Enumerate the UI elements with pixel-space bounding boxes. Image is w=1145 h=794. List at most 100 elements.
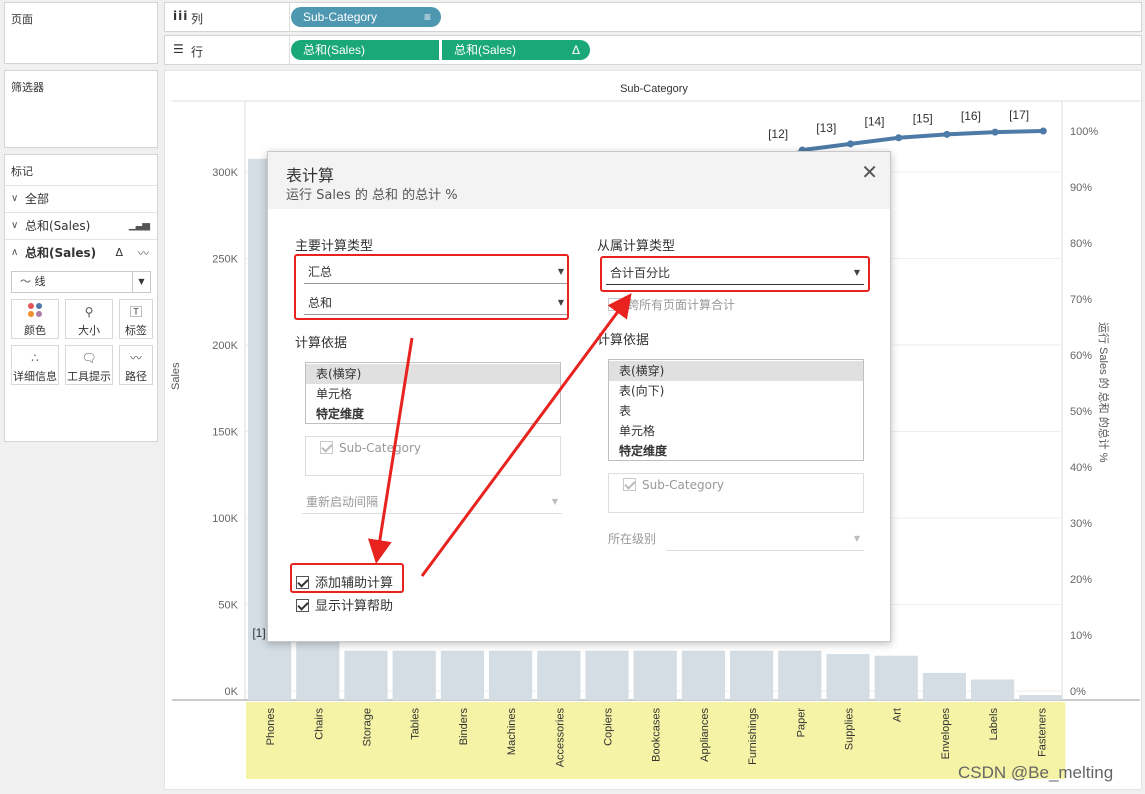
y2-tick-label: 10%	[1070, 630, 1092, 642]
line-label: [15]	[913, 111, 933, 125]
line-point	[895, 134, 903, 142]
compute-using-label: 计算依据	[295, 336, 348, 351]
x-tick-label: Appliances	[699, 708, 711, 762]
bar	[778, 650, 822, 700]
y2-tick-label: 0%	[1070, 686, 1086, 698]
bar	[1019, 695, 1063, 700]
line-point	[991, 128, 999, 136]
line-point	[1039, 127, 1047, 135]
x-tick-label: Envelopes	[940, 708, 952, 760]
list-item[interactable]: 表(横穿)	[306, 364, 560, 384]
y2-tick-label: 50%	[1070, 406, 1092, 418]
dialog-title: 表计算	[286, 166, 335, 185]
dimension-checkbox	[623, 478, 636, 491]
bar	[633, 650, 677, 700]
line-point	[847, 140, 854, 148]
line-point	[943, 130, 951, 138]
list-item[interactable]: 特定维度	[609, 441, 863, 461]
bar	[826, 654, 870, 700]
y2-tick-label: 70%	[1070, 294, 1092, 306]
dimension-label: Sub-Category	[642, 478, 724, 492]
x-tick-label: Furnishings	[747, 708, 759, 765]
y-tick-label: 200K	[212, 340, 238, 352]
y-axis-title: Sales	[170, 362, 182, 390]
x-tick-label: Art	[892, 708, 904, 722]
x-tick-label: Phones	[265, 708, 277, 746]
y2-tick-label: 40%	[1070, 462, 1092, 474]
bar	[440, 650, 484, 700]
x-tick-label: Binders	[458, 708, 470, 746]
y-tick-label: 100K	[212, 513, 238, 525]
y2-tick-label: 80%	[1070, 238, 1092, 250]
right-compute-using-list[interactable]: 表(横穿) 表(向下) 表 单元格 特定维度	[608, 359, 864, 461]
y2-tick-label: 60%	[1070, 350, 1092, 362]
dimension-label: Sub-Category	[339, 441, 421, 455]
x-tick-label: Fasteners	[1036, 708, 1048, 757]
bar	[392, 650, 436, 700]
annotation-secondary-type	[600, 256, 870, 292]
line-label: [17]	[1009, 108, 1029, 122]
bar	[730, 650, 774, 700]
restart-every-dropdown: 重新启动间隔 ▼	[302, 490, 562, 514]
y-tick-label: 50K	[218, 600, 238, 612]
x-tick-label: Storage	[362, 708, 374, 747]
x-tick-label: Labels	[988, 708, 1000, 741]
secondary-type-label: 从属计算类型	[597, 239, 676, 254]
primary-type-label: 主要计算类型	[295, 239, 374, 254]
line-label: [1]	[252, 626, 265, 640]
all-pages-checkbox: 跨所有页面计算合计	[608, 296, 735, 313]
y-tick-label: 150K	[212, 427, 238, 439]
y2-tick-label: 30%	[1070, 518, 1092, 530]
y-tick-label: 300K	[212, 167, 238, 179]
bar	[585, 650, 629, 700]
list-item[interactable]: 表	[609, 401, 863, 421]
x-tick-label: Paper	[795, 708, 807, 738]
line-label: [13]	[816, 121, 836, 135]
y-tick-label: 250K	[212, 254, 238, 266]
checkbox[interactable]	[296, 599, 309, 612]
x-tick-label: Bookcases	[651, 708, 663, 762]
level-label: 所在级别	[608, 532, 657, 546]
annotation-add-secondary	[290, 563, 404, 593]
bar	[874, 655, 918, 700]
show-help-label: 显示计算帮助	[315, 599, 394, 614]
close-icon[interactable]: ✕	[861, 160, 878, 184]
right-dimension-list: Sub-Category	[608, 473, 864, 513]
x-tick-label: Supplies	[844, 708, 856, 751]
dialog-subtitle: 运行 Sales 的 总和 的总计 %	[286, 188, 458, 203]
level-dropdown: ▼	[666, 527, 864, 551]
list-item[interactable]: 特定维度	[306, 404, 560, 424]
line-label: [14]	[864, 115, 884, 129]
bar	[922, 672, 966, 700]
compute-using-list[interactable]: 表(横穿) 单元格 特定维度	[305, 362, 561, 424]
bar	[537, 650, 581, 700]
dimension-list: Sub-Category	[305, 436, 561, 476]
y2-tick-label: 90%	[1070, 182, 1092, 194]
dropdown-arrow-icon: ▼	[853, 534, 860, 543]
bar	[344, 650, 388, 700]
line-label: [16]	[961, 109, 981, 123]
all-pages-label: 跨所有页面计算合计	[627, 298, 736, 312]
y2-tick-label: 100%	[1070, 126, 1098, 138]
line-label: [12]	[768, 127, 788, 141]
list-item[interactable]: 表(向下)	[609, 381, 863, 401]
list-item[interactable]: 表(横穿)	[609, 361, 863, 381]
list-item[interactable]: 单元格	[609, 421, 863, 441]
dimension-checkbox	[320, 441, 333, 454]
x-tick-label: Chairs	[313, 708, 325, 740]
y-tick-label: 0K	[225, 686, 239, 698]
bar	[489, 650, 533, 700]
right-compute-using-label: 计算依据	[597, 333, 650, 348]
y2-tick-label: 20%	[1070, 574, 1092, 586]
dropdown-arrow-icon: ▼	[551, 497, 558, 506]
dialog-header: 表计算 运行 Sales 的 总和 的总计 % ✕	[268, 152, 890, 209]
x-tick-label: Accessories	[554, 708, 566, 768]
show-help-checkbox[interactable]: 显示计算帮助	[296, 595, 393, 614]
checkbox	[608, 298, 621, 311]
watermark: CSDN @Be_melting	[958, 763, 1114, 782]
annotation-primary-type	[294, 254, 569, 320]
restart-every-label: 重新启动间隔	[306, 495, 379, 509]
bar	[971, 679, 1015, 700]
list-item[interactable]: 单元格	[306, 384, 560, 404]
y2-axis-title: 运行 Sales 的 总和 的总计 %	[1097, 322, 1109, 463]
